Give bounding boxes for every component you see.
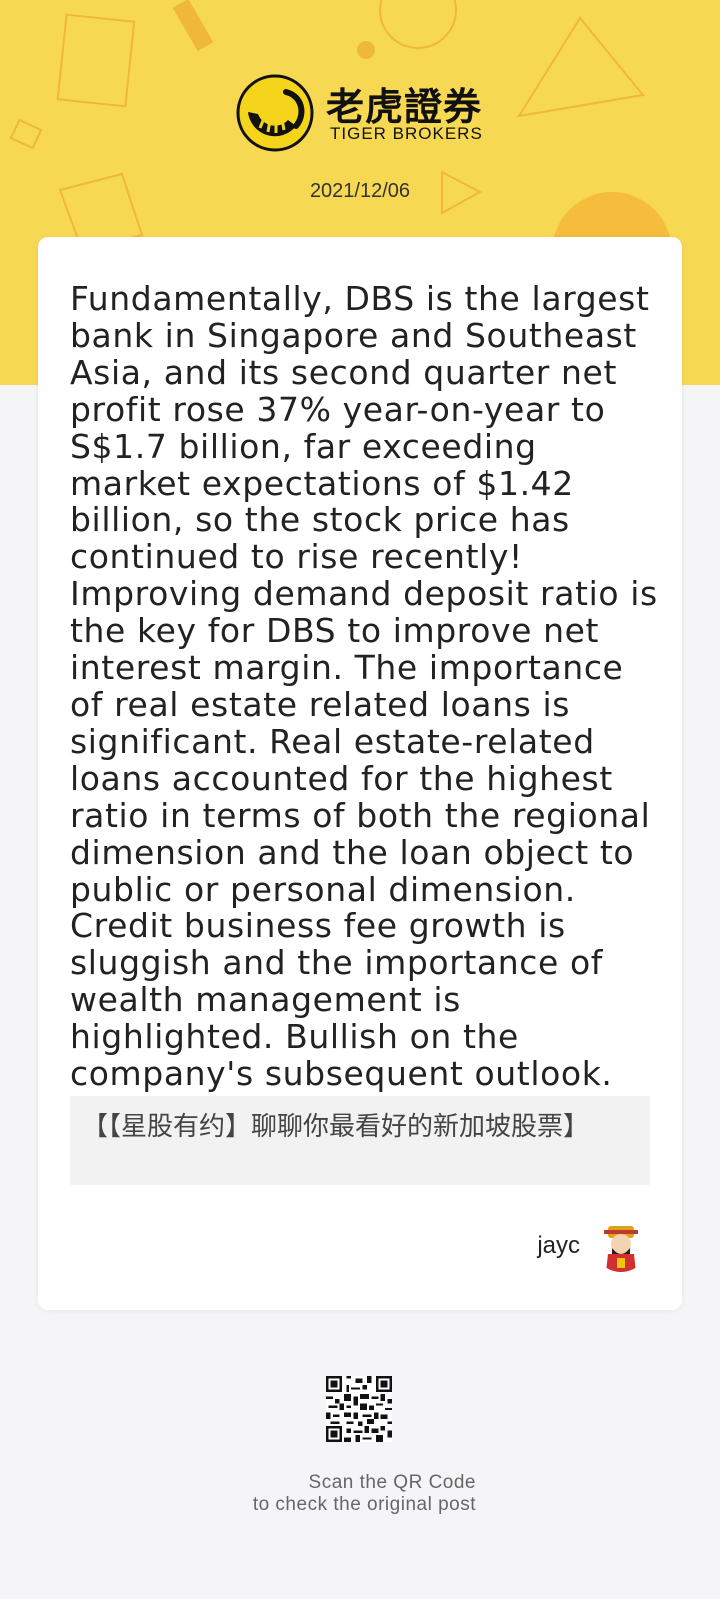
author-name[interactable]: jayc [537, 1232, 580, 1260]
post-card: Fundamentally, DBS is the largest bank i… [38, 237, 682, 1310]
post-body: Fundamentally, DBS is the largest bank i… [70, 279, 658, 1094]
god-of-wealth-avatar [594, 1218, 648, 1272]
topic-label: 【【星股有约】聊聊你最看好的新加坡股票】 [82, 1112, 590, 1142]
qr-caption: Scan the QR Code to check the original p… [253, 1472, 476, 1516]
qr-caption-line-2: to check the original post [252, 1494, 476, 1515]
post-date: 2021/12/06 [309, 180, 411, 202]
tiger-logo-icon [236, 74, 314, 152]
brand-name-chinese: 老虎證券 [326, 85, 483, 129]
author-avatar[interactable] [594, 1218, 648, 1272]
qr-code-icon[interactable] [326, 1376, 392, 1442]
topic-link[interactable]: 【【星股有约】聊聊你最看好的新加坡股票】 [70, 1096, 650, 1185]
brand-name-english: TIGER BROKERS [330, 124, 483, 143]
qr-caption-line-1: Scan the QR Code [308, 1472, 476, 1493]
